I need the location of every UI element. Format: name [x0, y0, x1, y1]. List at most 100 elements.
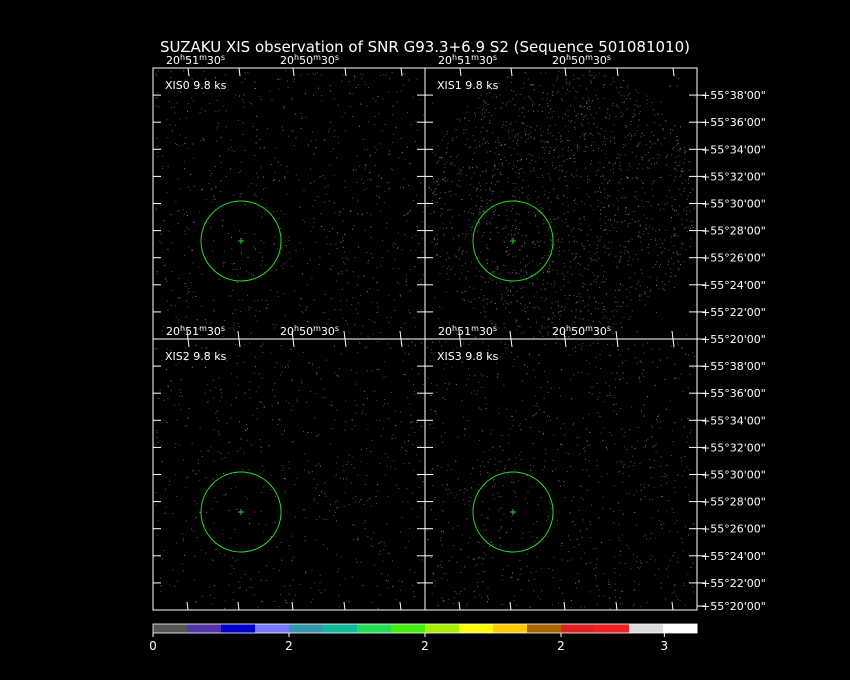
event-dot — [490, 302, 492, 303]
event-dot — [643, 404, 645, 406]
event-dot — [589, 444, 591, 446]
event-dot — [391, 114, 393, 116]
ra-tick — [291, 601, 294, 611]
event-dot — [482, 171, 484, 172]
event-dot — [566, 197, 568, 199]
ra-tick-label: 20h51m30s — [166, 324, 225, 338]
event-dot — [215, 111, 217, 113]
event-dot — [367, 463, 369, 465]
event-dot — [367, 335, 369, 337]
event-dot — [288, 593, 290, 595]
event-dot — [643, 483, 645, 485]
event-dot — [685, 487, 687, 489]
event-dot — [416, 420, 417, 422]
event-dot — [638, 163, 640, 165]
event-dot — [541, 590, 543, 592]
dec-tick-label: +55°36'00" — [701, 116, 766, 129]
event-dot — [348, 503, 350, 505]
event-dot — [459, 247, 461, 249]
event-dot — [600, 128, 602, 130]
event-dot — [502, 450, 504, 451]
event-dot — [442, 208, 444, 210]
event-dot — [418, 474, 420, 476]
event-dot — [161, 242, 163, 244]
event-dot — [480, 530, 482, 532]
event-dot — [613, 315, 615, 317]
event-dot — [347, 323, 348, 325]
event-dot — [663, 137, 665, 139]
event-dot — [635, 191, 637, 193]
event-dot — [414, 266, 416, 268]
event-dot — [618, 261, 620, 263]
event-dot — [627, 95, 629, 97]
event-dot — [674, 522, 676, 524]
event-dot — [547, 381, 549, 383]
event-dot — [351, 428, 353, 430]
event-dot — [258, 523, 260, 525]
event-dot — [354, 75, 355, 77]
event-dot — [178, 145, 180, 147]
event-dot — [213, 379, 214, 381]
event-dot — [291, 130, 293, 132]
event-dot — [488, 508, 490, 510]
event-dot — [476, 187, 478, 189]
event-dot — [319, 574, 321, 576]
event-dot — [478, 182, 480, 184]
event-dot — [525, 270, 527, 272]
event-dot — [561, 169, 563, 171]
event-dot — [551, 604, 553, 606]
event-dot — [345, 421, 346, 423]
event-dot — [362, 325, 364, 327]
event-dot — [624, 446, 626, 448]
event-dot — [490, 232, 492, 234]
event-dot — [606, 278, 607, 280]
event-dot — [613, 137, 615, 139]
event-dot — [643, 446, 645, 448]
event-dot — [481, 597, 483, 599]
event-dot — [489, 122, 491, 124]
event-dot — [160, 590, 162, 592]
event-dot — [603, 230, 605, 231]
event-dot — [454, 164, 456, 166]
event-dot — [631, 134, 632, 136]
event-dot — [682, 243, 684, 245]
event-dot — [661, 281, 663, 283]
event-dot — [568, 147, 569, 148]
event-dot — [236, 362, 238, 364]
event-dot — [218, 433, 220, 435]
event-dot — [241, 161, 242, 163]
event-dot — [619, 245, 621, 247]
event-dot — [277, 161, 279, 163]
event-dot — [681, 460, 683, 462]
event-dot — [559, 314, 561, 316]
event-dot — [624, 101, 625, 103]
event-dot — [552, 269, 554, 271]
event-dot — [332, 265, 334, 267]
event-dot — [658, 348, 660, 350]
event-dot — [690, 429, 692, 431]
event-dot — [270, 164, 272, 165]
event-dot — [262, 352, 264, 353]
event-dot — [364, 347, 366, 349]
event-dot — [688, 354, 689, 356]
event-dot — [371, 370, 373, 372]
event-dot — [522, 532, 524, 534]
event-dot — [634, 109, 636, 111]
event-dot — [416, 422, 418, 423]
event-dot — [567, 298, 569, 300]
event-dot — [471, 212, 473, 214]
event-dot — [302, 219, 303, 221]
event-dot — [286, 602, 288, 604]
event-dot — [529, 531, 531, 533]
event-dot — [493, 211, 495, 213]
event-dot — [516, 579, 518, 581]
event-dot — [603, 573, 605, 575]
event-dot — [661, 143, 662, 145]
event-dot — [576, 169, 578, 171]
event-dot — [622, 590, 624, 592]
event-dot — [604, 137, 606, 139]
event-dot — [544, 327, 546, 329]
event-dot — [575, 97, 577, 99]
event-dot — [630, 406, 632, 408]
event-dot — [213, 195, 215, 197]
